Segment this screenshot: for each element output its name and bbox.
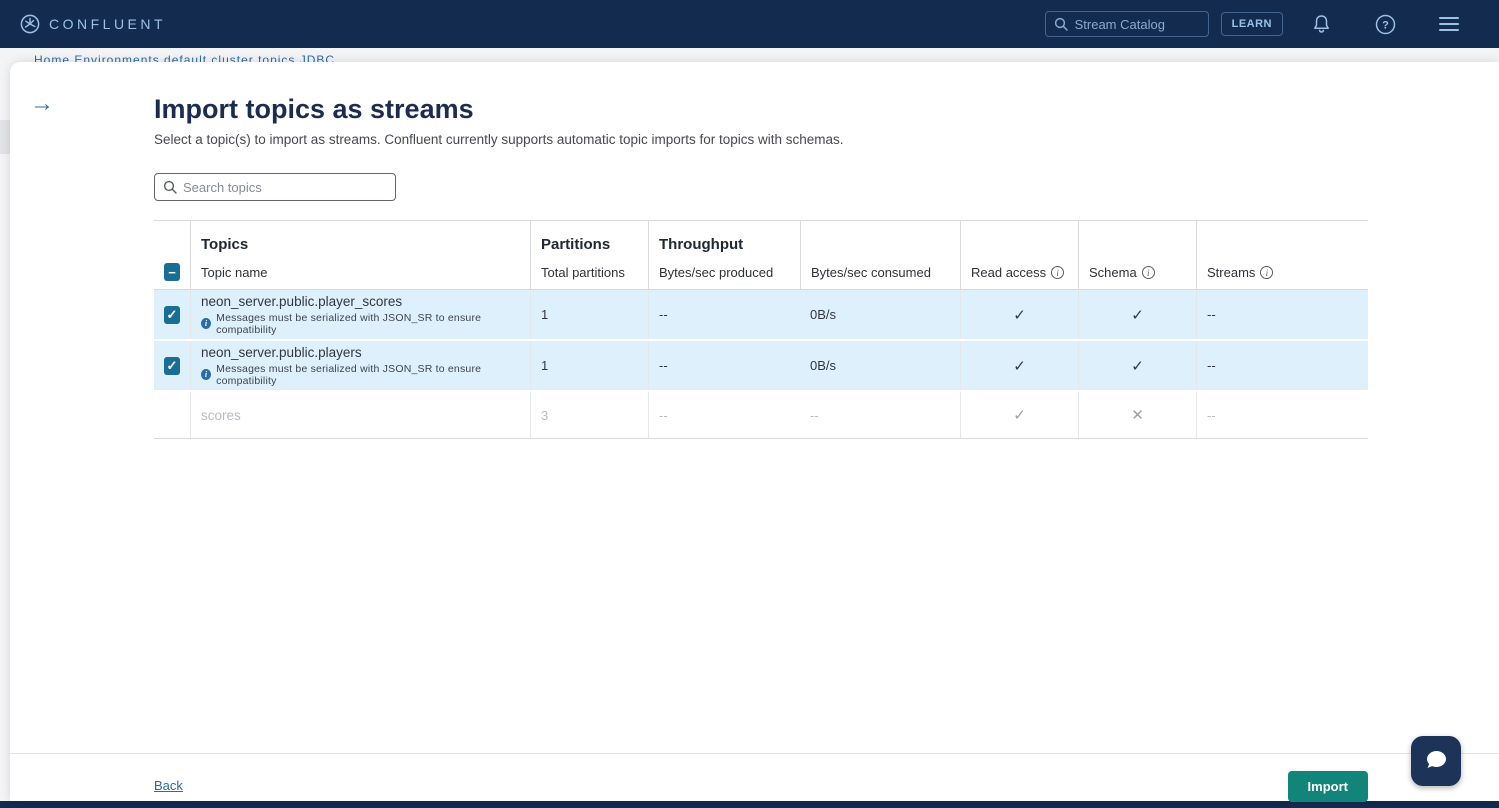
info-icon[interactable]: i [1260,266,1273,279]
confluent-logo[interactable]: CONFLUENT [20,14,166,34]
svg-text:?: ? [1382,19,1389,31]
header-bytes-produced: Bytes/sec produced [648,255,800,289]
table-row-scores: scores 3 -- -- ✓ ✕ -- [154,392,1368,439]
header-topic-name: Topic name [190,255,530,289]
page-bottom-strip [0,801,1499,808]
cell-produced: -- [648,290,800,339]
select-all-checkbox[interactable]: − [164,263,180,281]
cell-streams: -- [1196,341,1368,390]
collapse-panel-arrow-icon[interactable]: → [30,92,54,116]
row-checkbox[interactable]: ✓ [164,357,180,375]
group-header-topics: Topics [190,221,530,255]
chat-bubble-icon [1422,748,1450,774]
topic-search-input[interactable] [183,180,373,195]
header-streams: Streams i [1196,255,1368,289]
table-row-player-scores[interactable]: ✓ neon_server.public.player_scores i Mes… [154,290,1368,341]
cell-produced: -- [648,392,800,438]
menu-button[interactable] [1417,15,1481,33]
topics-table: Topics Partitions Throughput − Topic nam… [154,220,1368,439]
page-title: Import topics as streams [154,94,1368,125]
help-icon: ? [1375,14,1396,35]
group-header-partitions: Partitions [530,221,648,255]
cell-partitions: 3 [530,392,648,438]
header-bytes-consumed: Bytes/sec consumed [800,255,960,289]
bell-icon [1311,13,1332,35]
top-navbar: CONFLUENT LEARN ? [0,0,1499,48]
hamburger-icon [1437,15,1461,33]
schema-cross-icon: ✕ [1078,392,1196,438]
footer-divider [10,753,1499,754]
topic-name: neon_server.public.players [201,345,362,360]
help-button[interactable]: ? [1353,14,1417,35]
cell-partitions: 1 [530,341,648,390]
info-icon[interactable]: i [1142,266,1155,279]
cell-streams: -- [1196,290,1368,339]
topic-search-box[interactable] [154,173,396,201]
schema-check-icon: ✓ [1078,290,1196,339]
group-header-throughput: Throughput [648,221,800,255]
stream-catalog-input[interactable] [1075,17,1193,32]
info-icon[interactable]: i [1051,266,1064,279]
import-button[interactable]: Import [1288,771,1368,802]
table-group-header-row: Topics Partitions Throughput [154,221,1368,255]
notifications-button[interactable] [1289,13,1353,35]
read-access-check-icon: ✓ [960,341,1078,390]
page-subtitle: Select a topic(s) to import as streams. … [154,132,1368,147]
topic-name: neon_server.public.player_scores [201,294,402,309]
info-filled-icon: i [201,318,211,329]
schema-check-icon: ✓ [1078,341,1196,390]
cell-consumed: 0B/s [800,290,960,339]
read-access-check-icon: ✓ [960,392,1078,438]
back-link[interactable]: Back [154,778,183,793]
table-row-players[interactable]: ✓ neon_server.public.players i Messages … [154,341,1368,392]
table-header-row: − Topic name Total partitions Bytes/sec … [154,255,1368,290]
header-read-access: Read access i [960,255,1078,289]
import-topics-panel: → Import topics as streams Select a topi… [10,62,1499,801]
learn-button[interactable]: LEARN [1221,12,1283,36]
stream-catalog-search[interactable] [1045,11,1209,37]
header-total-partitions: Total partitions [530,255,648,289]
topic-name: scores [201,408,241,423]
read-access-check-icon: ✓ [960,290,1078,339]
cell-consumed: 0B/s [800,341,960,390]
search-icon [163,180,177,194]
brand-name: CONFLUENT [49,16,166,32]
topic-note: i Messages must be serialized with JSON_… [201,363,520,387]
collapsed-sidebar-tab [0,120,10,154]
search-icon [1054,17,1068,31]
info-filled-icon: i [201,369,211,380]
cell-streams: -- [1196,392,1368,438]
cell-consumed: -- [800,392,960,438]
chat-widget-button[interactable] [1411,736,1461,786]
cell-partitions: 1 [530,290,648,339]
topic-note: i Messages must be serialized with JSON_… [201,312,520,336]
row-checkbox[interactable]: ✓ [164,306,180,324]
header-schema: Schema i [1078,255,1196,289]
cell-produced: -- [648,341,800,390]
confluent-logo-icon [20,14,40,34]
